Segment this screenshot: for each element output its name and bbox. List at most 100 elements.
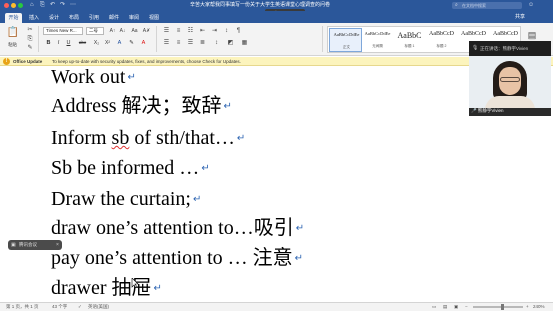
paragraph-mark-icon: ↵ xyxy=(127,72,136,84)
italic-button[interactable]: I xyxy=(55,39,62,47)
tab-references[interactable]: 引用 xyxy=(86,13,102,23)
close-window-button[interactable] xyxy=(4,3,9,8)
style-sample: AaBbCcD xyxy=(493,31,518,37)
cut-icon[interactable]: ✂ xyxy=(26,26,34,34)
document-line[interactable]: Sb be informed … ↵ xyxy=(51,156,210,181)
language-indicator[interactable]: 英语(美国) xyxy=(88,303,109,311)
copy-icon[interactable]: ⎘ xyxy=(26,35,34,43)
underline-button[interactable]: U xyxy=(65,39,72,47)
paragraph-mark-icon: ↵ xyxy=(192,194,202,206)
web-layout-icon[interactable]: ▣ xyxy=(454,303,458,311)
document-line[interactable]: pay one’s attention to … 注意 ↵ xyxy=(51,246,303,271)
bullets-button[interactable]: ☰ xyxy=(162,27,171,35)
close-toast-icon[interactable]: × xyxy=(56,240,59,250)
microphone-icon: 🎤 xyxy=(471,108,477,113)
video-call-panel[interactable]: 🎙 正在讲话：熊静宇Vivien 🎤 熊静宇Vivien xyxy=(469,41,551,116)
document-line[interactable]: drawer 抽屉 ↵ xyxy=(51,276,162,301)
zoom-out-icon[interactable]: − xyxy=(465,303,468,311)
minimize-window-button[interactable] xyxy=(11,3,16,8)
speaker-header: 🎙 正在讲话：熊静宇Vivien xyxy=(469,41,551,56)
paragraph-mark-icon: ↵ xyxy=(295,223,305,235)
styles-pane-icon[interactable]: ▤ xyxy=(526,29,538,41)
text-effects-button[interactable]: A xyxy=(116,39,123,47)
shrink-font-button[interactable]: A↓ xyxy=(118,27,127,35)
shading-button[interactable]: ◩ xyxy=(226,39,235,47)
read-mode-icon[interactable]: ▭ xyxy=(432,303,436,311)
undo-icon[interactable]: ↶ xyxy=(50,2,55,9)
meeting-toast[interactable]: ▣ 腾讯会议 × xyxy=(8,240,62,250)
line-spacing-button[interactable]: ↕ xyxy=(212,39,221,47)
paragraph-mark-icon: ↵ xyxy=(201,163,210,175)
zoom-slider-thumb[interactable] xyxy=(501,304,505,310)
home-icon[interactable]: ⌂ xyxy=(30,2,34,9)
line-text: of sth/that… xyxy=(129,127,235,149)
document-line[interactable]: Work out ↵ xyxy=(51,65,136,90)
save-icon[interactable]: ⎘ xyxy=(40,2,45,9)
speaker-microphone-icon: 🎙 xyxy=(472,45,479,51)
update-title: Office Update xyxy=(13,59,43,64)
tab-review[interactable]: 审阅 xyxy=(126,13,142,23)
numbering-button[interactable]: ≡ xyxy=(174,27,183,35)
clear-formatting-button[interactable]: A✗ xyxy=(142,27,151,35)
proofing-icon[interactable]: ✓ xyxy=(78,303,82,311)
style-tile[interactable]: AaBbC 标题 1 xyxy=(393,28,426,52)
document-line[interactable]: Draw the curtain; ↵ xyxy=(51,187,201,212)
profile-icon[interactable]: ☺ xyxy=(528,1,534,10)
word-count[interactable]: 43 个字 xyxy=(52,303,67,311)
subscript-button[interactable]: X₂ xyxy=(92,39,101,47)
style-tile[interactable]: AaBbCcD 标题 2 xyxy=(425,28,458,52)
participant-name: 熊静宇Vivien xyxy=(477,108,504,113)
more-icon[interactable]: ⋯ xyxy=(70,2,76,9)
document-line[interactable]: draw one’s attention to…吸引 ↵ xyxy=(51,216,304,241)
print-layout-icon[interactable]: ▤ xyxy=(443,303,447,311)
zoom-slider[interactable] xyxy=(473,306,523,308)
tab-insert[interactable]: 插入 xyxy=(26,13,42,23)
font-size-select[interactable]: 二号 xyxy=(86,27,104,35)
zoom-in-icon[interactable]: + xyxy=(526,303,529,311)
superscript-button[interactable]: X² xyxy=(103,39,112,47)
style-tile[interactable]: AaBbCcDdEe 正文 xyxy=(329,28,362,52)
decrease-indent-button[interactable]: ⇤ xyxy=(198,27,207,35)
redo-icon[interactable]: ↷ xyxy=(60,2,65,9)
line-text: draw one’s attention to…吸引 xyxy=(51,217,294,239)
share-button[interactable]: 共享 xyxy=(515,13,525,22)
paste-icon[interactable]: 📋 xyxy=(6,27,20,39)
style-tile[interactable]: AaBbCcDdEe 无间隔 xyxy=(361,28,394,52)
page-count[interactable]: 第 1 页，共 1 页 xyxy=(6,303,39,311)
style-sample: AaBbCcDdEe xyxy=(333,32,360,37)
grow-font-button[interactable]: A↑ xyxy=(108,27,117,35)
justify-button[interactable]: ≣ xyxy=(198,39,207,47)
document-line[interactable]: Inform sb of sth/that… ↵ xyxy=(51,126,245,151)
highlight-color-button[interactable]: ✎ xyxy=(128,39,135,47)
bold-button[interactable]: B xyxy=(45,39,52,47)
tab-mailings[interactable]: 邮件 xyxy=(106,13,122,23)
ribbon-divider xyxy=(156,26,157,52)
increase-indent-button[interactable]: ⇥ xyxy=(210,27,219,35)
tab-design[interactable]: 设计 xyxy=(46,13,62,23)
format-painter-icon[interactable]: ✎ xyxy=(26,44,34,52)
participant-name-tag: 🎤 熊静宇Vivien xyxy=(471,107,504,115)
document-line[interactable]: Address 解决；致辞 ↵ xyxy=(51,94,232,119)
font-color-button[interactable]: A xyxy=(140,39,147,47)
show-marks-button[interactable]: ¶ xyxy=(234,27,243,35)
change-case-button[interactable]: Aa xyxy=(130,27,139,35)
borders-button[interactable]: ▦ xyxy=(240,39,249,47)
toast-label: 腾讯会议 xyxy=(19,242,37,247)
style-sample: AaBbCcD xyxy=(461,31,486,37)
line-text: pay one’s attention to … 注意 xyxy=(51,247,293,269)
tab-view[interactable]: 视图 xyxy=(146,13,162,23)
align-right-button[interactable]: ☰ xyxy=(186,39,195,47)
strikethrough-button[interactable]: abc xyxy=(77,39,88,47)
speaking-indicator: 正在讲话：熊静宇Vivien xyxy=(480,46,529,51)
warning-icon: ! xyxy=(3,58,10,65)
sort-button[interactable]: ↕ xyxy=(222,27,231,35)
tab-layout[interactable]: 布局 xyxy=(66,13,82,23)
align-left-button[interactable]: ☰ xyxy=(162,39,171,47)
search-document-input[interactable]: ⌕ 在文档中搜索 xyxy=(452,2,522,9)
zoom-level[interactable]: 240% xyxy=(533,303,545,311)
font-name-select[interactable]: Times New R... xyxy=(43,27,83,35)
tab-home[interactable]: 开始 xyxy=(5,13,22,23)
align-center-button[interactable]: ≡ xyxy=(174,39,183,47)
multilevel-list-button[interactable]: ☷ xyxy=(186,27,195,35)
zoom-window-button[interactable] xyxy=(18,3,23,8)
